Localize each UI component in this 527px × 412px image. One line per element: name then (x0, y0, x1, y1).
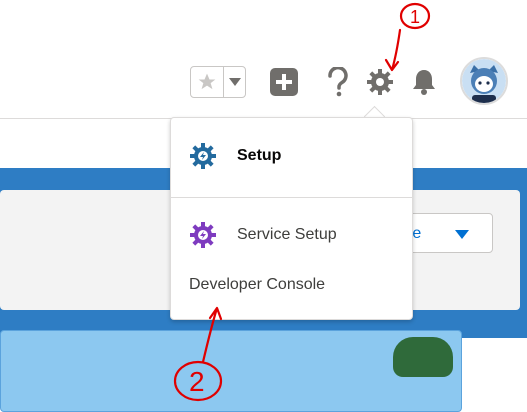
setup-gear-icon (189, 142, 217, 170)
user-avatar[interactable] (460, 57, 508, 105)
astro-avatar-icon (462, 59, 506, 103)
menu-item-service-setup[interactable]: Service Setup (171, 215, 412, 255)
notifications-button[interactable] (408, 66, 440, 98)
setup-menu: Setup Service Setup Developer Console (170, 117, 413, 320)
menu-item-label: Developer Console (189, 276, 326, 293)
gear-icon (367, 69, 393, 95)
setup-gear-button[interactable] (364, 66, 396, 98)
question-icon (328, 67, 348, 97)
chevron-down-icon (455, 230, 469, 239)
global-actions-button[interactable] (268, 66, 300, 98)
plus-icon (270, 68, 298, 96)
favorites-button[interactable] (190, 66, 224, 98)
menu-divider (171, 197, 412, 198)
tree-illustration (393, 337, 453, 377)
bell-icon (413, 70, 435, 95)
global-header (0, 0, 527, 119)
menu-item-label: Service Setup (237, 226, 337, 243)
menu-item-developer-console[interactable]: Developer Console (171, 265, 412, 305)
service-setup-gear-icon (189, 221, 217, 249)
favorites-group (190, 66, 246, 98)
help-button[interactable] (322, 66, 354, 98)
page-image-card (0, 330, 462, 412)
menu-item-label: Setup (237, 147, 282, 164)
chevron-down-icon (228, 78, 241, 86)
favorites-dropdown-button[interactable] (223, 66, 246, 98)
star-icon (198, 73, 216, 90)
menu-item-setup[interactable]: Setup (171, 136, 412, 176)
